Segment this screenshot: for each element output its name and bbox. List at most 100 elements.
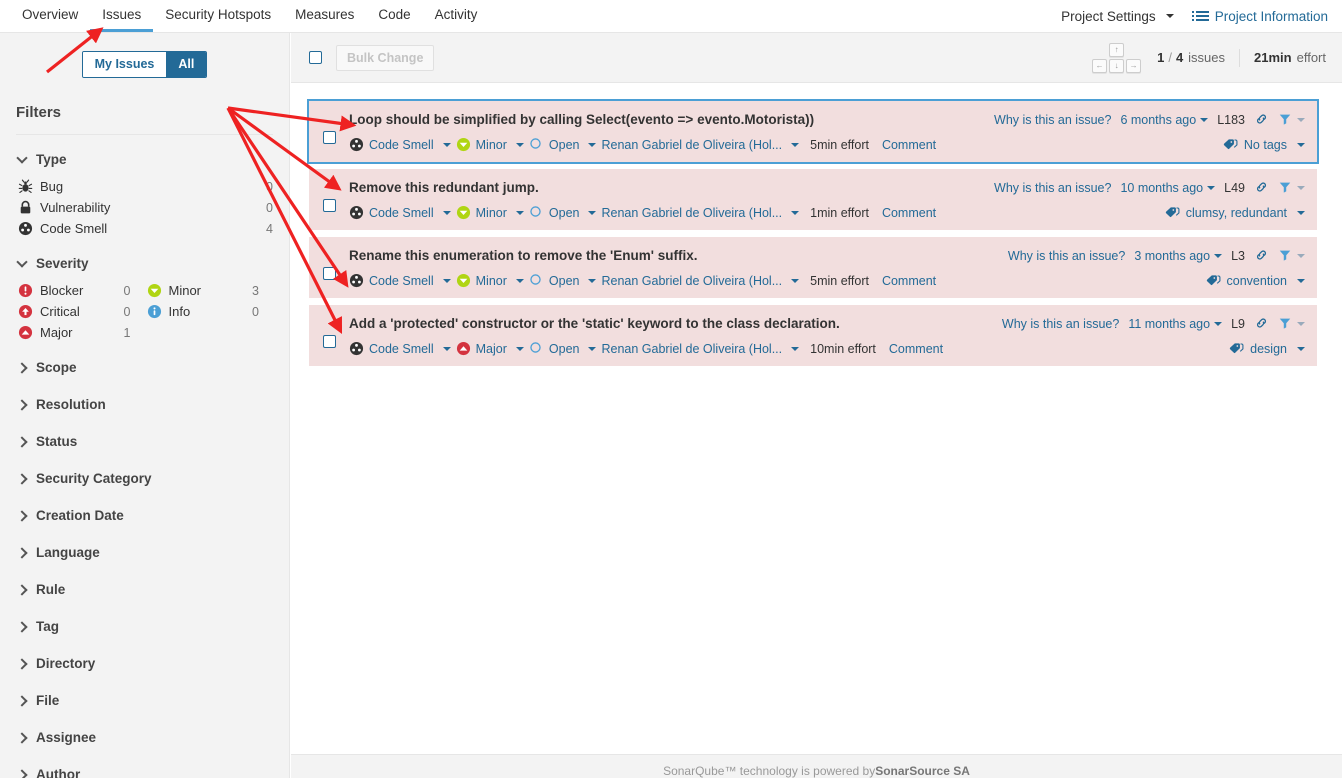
issue-filter-dropdown[interactable] xyxy=(1278,112,1305,127)
issue-tags-dropdown[interactable]: convention xyxy=(1206,273,1305,288)
facet-header-assignee[interactable]: Assignee xyxy=(16,725,273,750)
issue-tags-dropdown[interactable]: No tags xyxy=(1223,137,1305,152)
issue-row[interactable]: Loop should be simplified by calling Sel… xyxy=(309,101,1317,162)
permalink-icon[interactable] xyxy=(1254,180,1269,195)
select-all-checkbox[interactable] xyxy=(309,51,322,64)
facet-item-name: Code Smell xyxy=(18,221,107,236)
issue-tags-dropdown[interactable]: design xyxy=(1229,341,1305,356)
issue-count: 1 / 4 issues 21min effort xyxy=(1157,49,1326,67)
issue-type[interactable]: Code Smell xyxy=(349,137,451,152)
issue-title[interactable]: Rename this enumeration to remove the 'E… xyxy=(349,247,1008,265)
issue-top-right: Why is this an issue?3 months agoL3 xyxy=(1008,247,1305,263)
issue-age: 6 months ago xyxy=(1120,113,1196,127)
why-is-this-an-issue-link[interactable]: Why is this an issue? xyxy=(1002,317,1119,331)
issue-assignee[interactable]: Renan Gabriel de Oliveira (Hol... xyxy=(601,138,799,152)
issue-status[interactable]: Open xyxy=(529,205,597,220)
why-is-this-an-issue-link[interactable]: Why is this an issue? xyxy=(1008,249,1125,263)
issue-severity[interactable]: Minor xyxy=(456,273,524,288)
issue-assignee[interactable]: Renan Gabriel de Oliveira (Hol... xyxy=(601,342,799,356)
facet-item-label: Blocker xyxy=(40,283,83,298)
facet-header-scope[interactable]: Scope xyxy=(16,355,273,380)
issue-title[interactable]: Add a 'protected' constructor or the 'st… xyxy=(349,315,1002,333)
facet-header-author[interactable]: Author xyxy=(16,762,273,778)
issue-type[interactable]: Code Smell xyxy=(349,273,451,288)
issue-severity[interactable]: Minor xyxy=(456,137,524,152)
issue-age-dropdown[interactable]: 10 months ago xyxy=(1120,181,1215,195)
issue-title[interactable]: Loop should be simplified by calling Sel… xyxy=(349,111,994,129)
issue-age-dropdown[interactable]: 3 months ago xyxy=(1134,249,1222,263)
issue-type[interactable]: Code Smell xyxy=(349,341,451,356)
issue-comment-link[interactable]: Comment xyxy=(889,342,943,356)
issue-severity[interactable]: Minor xyxy=(456,205,524,220)
issue-filter-dropdown[interactable] xyxy=(1278,316,1305,331)
issue-status[interactable]: Open xyxy=(529,137,597,152)
nav-tab-issues[interactable]: Issues xyxy=(90,0,153,32)
issue-comment-link[interactable]: Comment xyxy=(882,206,936,220)
effort-total: 21min xyxy=(1254,50,1292,65)
issue-severity[interactable]: Major xyxy=(456,341,524,356)
issue-checkbox-wrap xyxy=(323,111,349,152)
issue-checkbox[interactable] xyxy=(323,335,336,348)
issue-type[interactable]: Code Smell xyxy=(349,205,451,220)
issue-checkbox[interactable] xyxy=(323,131,336,144)
issue-tags-dropdown[interactable]: clumsy, redundant xyxy=(1165,205,1305,220)
issue-filter-dropdown[interactable] xyxy=(1278,180,1305,195)
issue-status[interactable]: Open xyxy=(529,273,597,288)
my-issues-button[interactable]: My Issues xyxy=(83,52,167,77)
facet-header-file[interactable]: File xyxy=(16,688,273,713)
nav-tab-label: Measures xyxy=(295,7,354,22)
issue-row[interactable]: Rename this enumeration to remove the 'E… xyxy=(309,237,1317,298)
issue-age-dropdown[interactable]: 6 months ago xyxy=(1120,113,1208,127)
facet-item-blocker[interactable]: Blocker0 xyxy=(16,280,145,301)
project-settings-menu[interactable]: Project Settings xyxy=(1061,9,1174,24)
issue-assignee[interactable]: Renan Gabriel de Oliveira (Hol... xyxy=(601,206,799,220)
facet-header-tag[interactable]: Tag xyxy=(16,614,273,639)
facet-item-count: 0 xyxy=(124,305,145,319)
facet-item-minor[interactable]: Minor3 xyxy=(145,280,274,301)
nav-tab-security-hotspots[interactable]: Security Hotspots xyxy=(153,0,283,32)
facet-header-directory[interactable]: Directory xyxy=(16,651,273,676)
facet-header-rule[interactable]: Rule xyxy=(16,577,273,602)
nav-tab-overview[interactable]: Overview xyxy=(10,0,90,32)
nav-tab-activity[interactable]: Activity xyxy=(423,0,490,32)
issue-assignee[interactable]: Renan Gabriel de Oliveira (Hol... xyxy=(601,274,799,288)
facet-item-vulnerability[interactable]: Vulnerability0 xyxy=(16,197,273,218)
issue-age-dropdown[interactable]: 11 months ago xyxy=(1128,317,1222,331)
facet-header-creation-date[interactable]: Creation Date xyxy=(16,503,273,528)
issue-top-right: Why is this an issue?6 months agoL183 xyxy=(994,111,1305,127)
issue-body: Loop should be simplified by calling Sel… xyxy=(349,111,1305,152)
issue-row[interactable]: Remove this redundant jump.Why is this a… xyxy=(309,169,1317,230)
chevron-down-icon xyxy=(443,211,451,215)
facet-item-critical[interactable]: Critical0 xyxy=(16,301,145,322)
facet-item-code-smell[interactable]: Code Smell4 xyxy=(16,218,273,239)
bulk-change-button[interactable]: Bulk Change xyxy=(336,45,434,71)
facet-label: Tag xyxy=(36,619,59,634)
facet-header-status[interactable]: Status xyxy=(16,429,273,454)
facet-item-info[interactable]: Info0 xyxy=(145,301,274,322)
permalink-icon[interactable] xyxy=(1254,112,1269,127)
issue-title[interactable]: Remove this redundant jump. xyxy=(349,179,994,197)
facet-item-bug[interactable]: Bug0 xyxy=(16,176,273,197)
issue-status[interactable]: Open xyxy=(529,341,597,356)
facet-header-language[interactable]: Language xyxy=(16,540,273,565)
project-information-link[interactable]: Project Information xyxy=(1196,9,1328,24)
issue-comment-link[interactable]: Comment xyxy=(882,138,936,152)
issue-row[interactable]: Add a 'protected' constructor or the 'st… xyxy=(309,305,1317,366)
facet-header-type[interactable]: Type xyxy=(16,147,273,172)
all-issues-button[interactable]: All xyxy=(166,52,206,77)
why-is-this-an-issue-link[interactable]: Why is this an issue? xyxy=(994,113,1111,127)
issue-filter-dropdown[interactable] xyxy=(1278,248,1305,263)
issue-tags-label: design xyxy=(1250,342,1287,356)
permalink-icon[interactable] xyxy=(1254,248,1269,263)
facet-item-major[interactable]: Major1 xyxy=(16,322,145,343)
facet-header-severity[interactable]: Severity xyxy=(16,251,273,276)
issue-checkbox[interactable] xyxy=(323,267,336,280)
permalink-icon[interactable] xyxy=(1254,316,1269,331)
facet-header-security-category[interactable]: Security Category xyxy=(16,466,273,491)
nav-tab-code[interactable]: Code xyxy=(366,0,422,32)
issue-comment-link[interactable]: Comment xyxy=(882,274,936,288)
facet-header-resolution[interactable]: Resolution xyxy=(16,392,273,417)
issue-checkbox[interactable] xyxy=(323,199,336,212)
why-is-this-an-issue-link[interactable]: Why is this an issue? xyxy=(994,181,1111,195)
nav-tab-measures[interactable]: Measures xyxy=(283,0,366,32)
